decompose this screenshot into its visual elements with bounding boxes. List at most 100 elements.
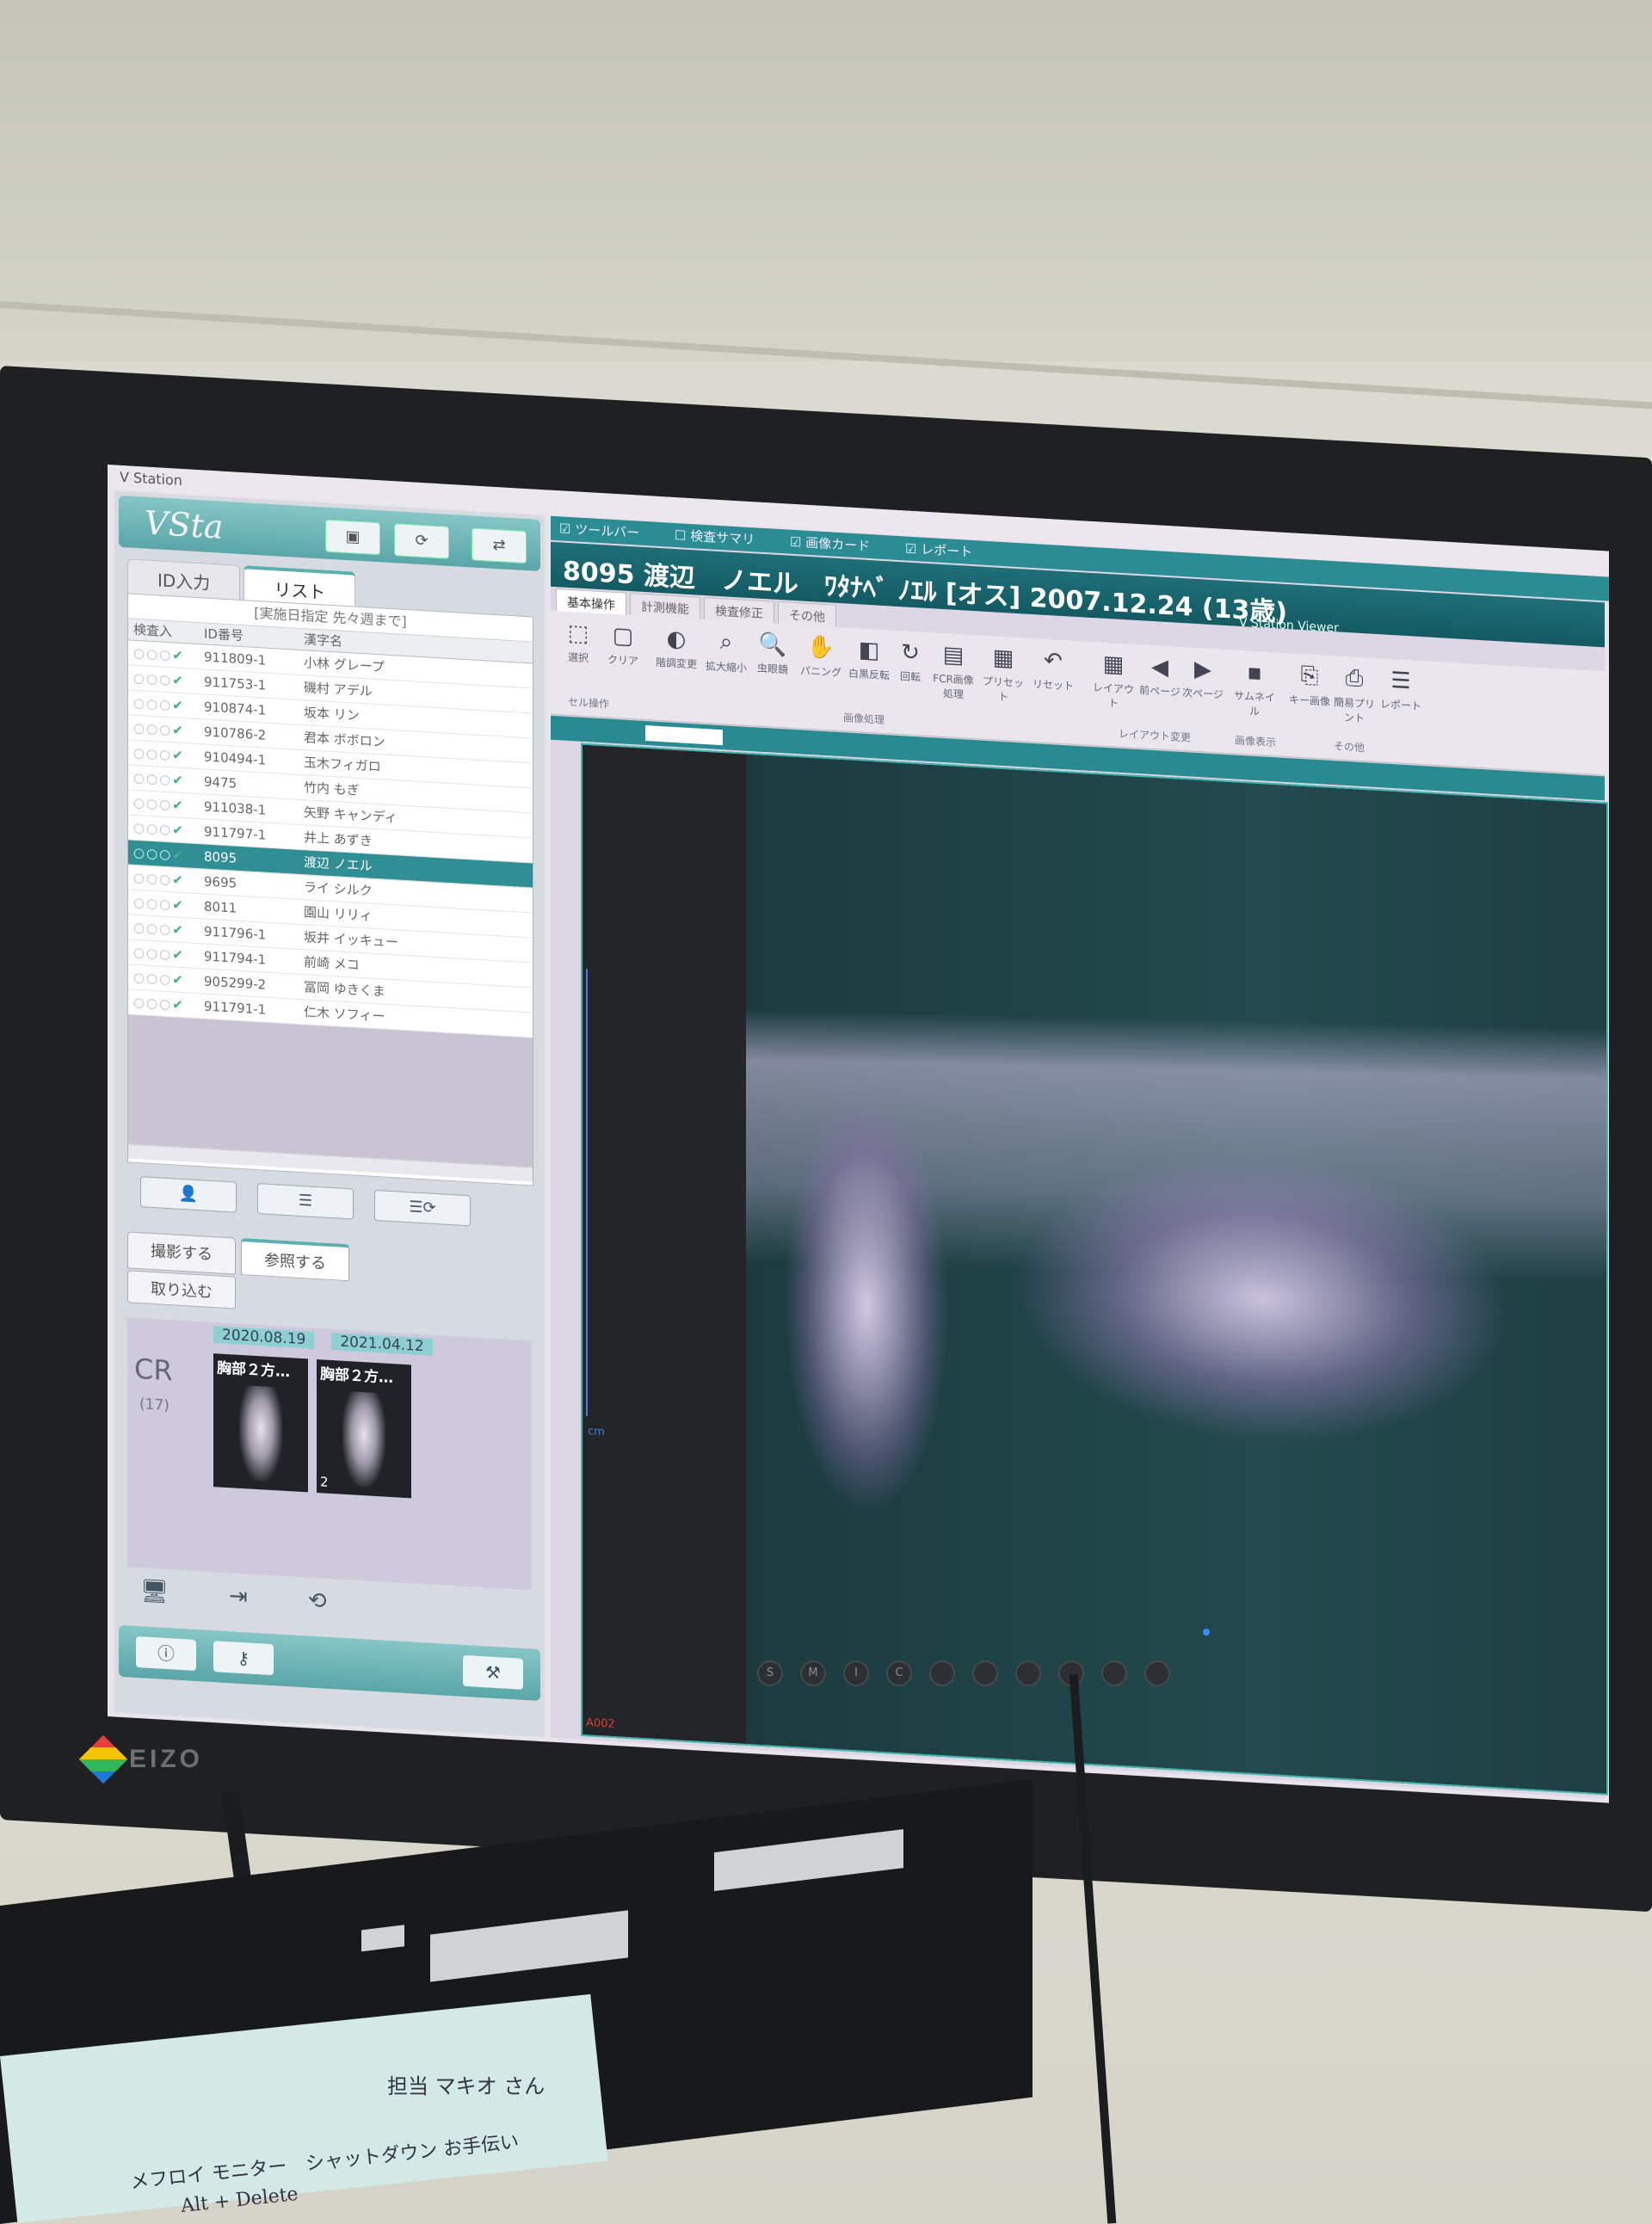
person-icon[interactable]: 👤 — [140, 1176, 237, 1213]
zoom-button[interactable]: ⌕ 拡大縮小 — [702, 628, 750, 675]
display-switch-icon[interactable]: ⇄ — [472, 527, 527, 564]
app-logo: VSta — [145, 503, 224, 546]
pan-button[interactable]: ✋ パニング — [797, 633, 845, 680]
monitor-icon[interactable]: ▣ — [325, 519, 380, 556]
report-checkbox[interactable]: ☑ レポート — [905, 540, 988, 561]
list-tools: 👤 ☰ ☰⟳ — [140, 1176, 471, 1227]
button-label: 次ページ — [1182, 687, 1224, 701]
image-view-area[interactable]: cm A002 — [581, 742, 1608, 1796]
zoom-icon: ⌕ — [719, 629, 733, 656]
prev-page-button[interactable]: ◀ 前ページ — [1136, 653, 1184, 699]
refresh-icon[interactable]: ⟳ — [394, 523, 449, 559]
image-viewer: ☑ ツールバー ☐ 検査サマリ ☑ 画像カード ☑ レポート 8095 渡辺 ノ… — [551, 515, 1609, 1799]
checkbox-label: 検査サマリ — [690, 528, 755, 548]
study-dates: 2020.08.19 2021.04.12 — [213, 1326, 433, 1356]
sticker — [430, 1910, 628, 1982]
group-label: セル操作 — [568, 695, 610, 711]
status-icons: ○○○✔ — [133, 669, 185, 689]
ruler-unit: cm — [588, 1425, 605, 1439]
thumbnail-label: 胸部２方… — [217, 1359, 290, 1382]
image-card-checkbox[interactable]: ☑ 画像カード — [790, 534, 885, 555]
status-icons: ○○○✔ — [133, 794, 185, 814]
monitor-hardware-button[interactable] — [1144, 1660, 1170, 1686]
patient-list: [実施日指定 先々週まで] 検査入 ID番号 漢字名 ○○○✔ 911809-1 小… — [127, 593, 533, 1186]
thumbnail-number: 2 — [320, 1474, 329, 1490]
rotate-icon: ↻ — [901, 639, 920, 667]
button-label: 白黒反転 — [848, 667, 890, 682]
magnifier-icon: 🔍 — [758, 631, 787, 659]
list-refresh-icon[interactable]: ☰⟳ — [374, 1189, 471, 1227]
pdi-icon[interactable]: ⟲ — [308, 1587, 327, 1614]
button-label: 回転 — [899, 670, 921, 684]
status-icons: ○○○✔ — [133, 819, 185, 839]
layout-button[interactable]: ▦ レイアウト — [1089, 650, 1137, 712]
status-icons: ○○○✔ — [133, 994, 185, 1013]
print-button[interactable]: ⎙ 簡易プリント — [1330, 664, 1378, 726]
button-label: 拡大縮小 — [705, 660, 747, 675]
send-icon[interactable]: ⇥ — [229, 1583, 248, 1610]
button-label: キー画像 — [1288, 693, 1330, 708]
button-label: 前ページ — [1139, 684, 1180, 699]
checkbox-label: ツールバー — [575, 521, 640, 541]
study-panel: 2020.08.19 2021.04.12 CR (17) 胸部２方… 胸部２方… — [127, 1317, 532, 1591]
group-label: 画像処理 — [843, 712, 885, 727]
monitor-hardware-button[interactable]: S — [757, 1660, 783, 1686]
button-label: クリア — [607, 653, 638, 668]
status-icons: ○○○✔ — [133, 719, 185, 739]
sticker — [714, 1829, 903, 1892]
monitor-buttons: SMIC — [757, 1660, 1170, 1686]
rotate-button[interactable]: ↻ 回転 — [886, 638, 934, 685]
ruler — [586, 969, 588, 1417]
memo-text: 担当 マキオ さん — [387, 2074, 546, 2098]
clear-button[interactable]: ▢ クリア — [599, 622, 647, 668]
summary-checkbox[interactable]: ☐ 検査サマリ — [675, 527, 770, 548]
image-thumbnail[interactable]: 胸部２方… 2 — [317, 1359, 411, 1499]
list-sort-icon[interactable]: ☰ — [257, 1183, 354, 1220]
image-thumbnail[interactable]: 胸部２方… — [213, 1353, 308, 1493]
monitor-hardware-button[interactable]: C — [886, 1660, 912, 1686]
magnifier-button[interactable]: 🔍 虫眼鏡 — [749, 631, 797, 677]
tab-capture[interactable]: 撮影する — [127, 1231, 236, 1275]
button-label: リセット — [1032, 677, 1074, 693]
fcr-button[interactable]: ▤ FCR画像処理 — [929, 641, 977, 702]
key-image-button[interactable]: ⎘ キー画像 — [1285, 662, 1334, 709]
tab-reference[interactable]: 参照する — [241, 1237, 349, 1282]
xray-image[interactable] — [746, 754, 1606, 1794]
eizo-logo-icon — [78, 1734, 128, 1784]
contrast-button[interactable]: ◐ 階調変更 — [652, 625, 700, 671]
checkbox-label: レポート — [921, 541, 973, 560]
reset-button[interactable]: ↶ リセット — [1029, 647, 1077, 693]
tools-icon[interactable]: ⚒ — [463, 1654, 523, 1690]
subtoolbar-field[interactable] — [645, 725, 723, 746]
import-button[interactable]: 取り込む — [127, 1270, 236, 1309]
monitor-hardware-button[interactable] — [929, 1660, 955, 1686]
report-button[interactable]: ☰ レポート — [1377, 667, 1425, 713]
monitor-icon[interactable]: 🖥 — [140, 1578, 169, 1605]
next-page-button[interactable]: ▶ 次ページ — [1179, 656, 1227, 702]
col-header-exam[interactable]: 検査入 — [128, 619, 204, 644]
preset-button[interactable]: ▦ プリセット — [979, 644, 1027, 705]
monitor-hardware-button[interactable] — [1101, 1660, 1127, 1686]
fcr-icon: ▤ — [942, 641, 965, 669]
report-icon: ☰ — [1390, 667, 1411, 695]
monitor-hardware-button[interactable]: I — [843, 1660, 869, 1686]
hand-icon: ✋ — [806, 633, 835, 662]
user-key-icon[interactable]: ⚷ — [213, 1641, 274, 1676]
undo-icon: ↶ — [1044, 647, 1063, 675]
contrast-icon: ◐ — [666, 625, 687, 653]
patient-panel: VSta ▣ ⟳ ⇄ ID入力 リスト [実施日指定 先々週まで] 検査入 ID… — [114, 490, 545, 1738]
group-label: その他 — [1334, 740, 1365, 755]
monitor-hardware-button[interactable]: M — [800, 1660, 826, 1686]
list-empty-area — [128, 1014, 533, 1167]
toolbar-checkbox[interactable]: ☑ ツールバー — [559, 521, 655, 541]
thumbnail-button[interactable]: ▪ サムネイル — [1230, 658, 1279, 719]
status-icons: ○○○✔ — [133, 894, 185, 914]
monitor-hardware-button[interactable] — [1015, 1660, 1041, 1686]
thumbnail-image — [342, 1390, 385, 1488]
status-icons: ○○○✔ — [133, 869, 185, 889]
monitor-hardware-button[interactable] — [972, 1660, 998, 1686]
select-button[interactable]: ⬚ 選択 — [554, 619, 602, 666]
button-label: レポート — [1379, 698, 1421, 713]
photo-scene: V Station VSta ▣ ⟳ ⇄ ID入力 リスト [実施日指定 先々週… — [0, 0, 1652, 2224]
info-icon[interactable]: ⓘ — [136, 1636, 196, 1671]
